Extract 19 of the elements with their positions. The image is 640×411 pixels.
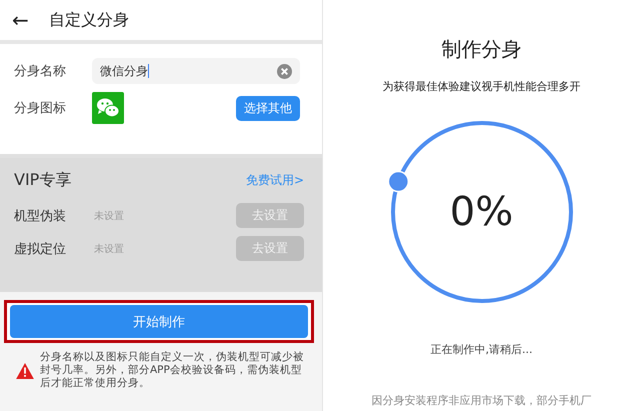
setting-status: 未设置 — [94, 210, 124, 222]
setting-status: 未设置 — [94, 242, 124, 256]
name-input-field[interactable]: 微信分身 — [92, 58, 300, 84]
start-button[interactable]: 开始制作 — [10, 305, 308, 338]
free-trial-link[interactable]: 免费试用> — [246, 172, 304, 189]
warning-text: 分身名称以及图标只能自定义一次，伪装机型可减少被封号几率。另外，部分APP会校验设备码，需伪装机型后才能正常使用分身。 — [40, 351, 305, 390]
dialog-title: 制作分身 — [442, 36, 522, 63]
setting-label: 机型伪装 — [14, 208, 67, 224]
field-label: 分身图标 — [14, 100, 67, 117]
status-text: 正在制作中,请稍后... — [430, 342, 532, 357]
setting-label: 虚拟定位 — [14, 240, 67, 258]
field-label: 分身名称 — [14, 63, 67, 80]
section-title: VIP专享 — [14, 170, 72, 191]
back-button[interactable]: ← — [12, 8, 29, 32]
page-title: 自定义分身 — [48, 10, 129, 30]
subtitle: 为获得最佳体验建议视手机性能合理多开 — [382, 79, 580, 94]
progress-percent: 0% — [450, 189, 514, 235]
footer-note: 因分身安装程序非应用市场下载，部分手机厂 — [372, 393, 592, 408]
choose-other-button[interactable]: 选择其他 — [236, 96, 300, 120]
